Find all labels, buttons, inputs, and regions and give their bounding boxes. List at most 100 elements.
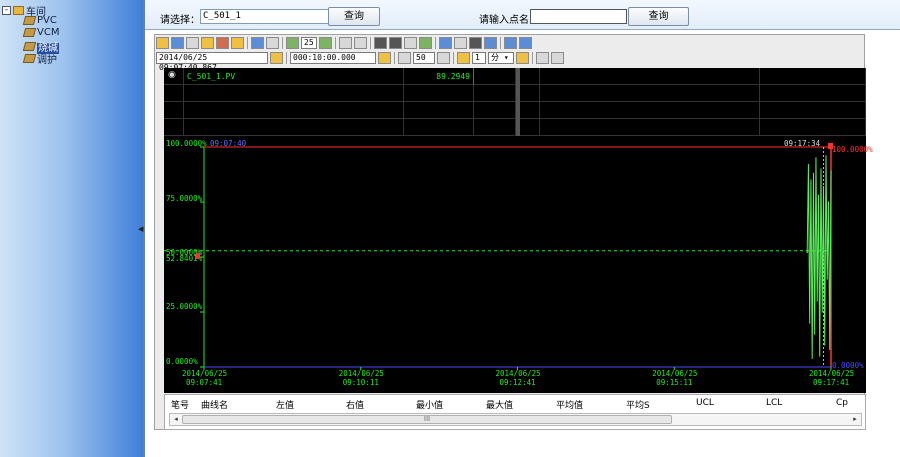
- x-tick-date: 2014/06/25: [182, 369, 228, 378]
- legend-tag-cell[interactable]: C_501_1.PV: [184, 68, 404, 85]
- step-input[interactable]: 25: [301, 37, 317, 49]
- duration-spin-icon[interactable]: [378, 52, 391, 64]
- data-point: [817, 194, 820, 196]
- legend-grid: ◉ C_501_1.PV 89.2949: [164, 68, 866, 136]
- trend-svg: [164, 143, 833, 370]
- duration-field[interactable]: 000:10:00.000: [290, 52, 376, 64]
- legend-cell: [474, 102, 516, 119]
- scale-icon[interactable]: [453, 37, 467, 49]
- data-point: [822, 186, 825, 188]
- stats-header[interactable]: UCL: [696, 398, 714, 408]
- horizontal-scrollbar[interactable]: ◂ III ▸: [169, 413, 862, 426]
- toolbar-row-2: 2014/06/25 09:07:40.867 000:10:00.000 50…: [156, 51, 564, 72]
- sidebar-item-pvc[interactable]: PVC: [22, 15, 57, 27]
- scroll-right-icon[interactable]: ▸: [849, 414, 861, 425]
- x-tick-time: 09:15:11: [656, 378, 693, 387]
- stats-header[interactable]: Cp: [836, 398, 848, 408]
- query-button[interactable]: 查询: [328, 7, 380, 26]
- step-back-icon[interactable]: [286, 37, 299, 49]
- x-tick-time: 09:12:41: [499, 378, 536, 387]
- collapse-arrow-icon[interactable]: ◀: [138, 225, 143, 233]
- scroll-thumb[interactable]: III: [182, 415, 672, 424]
- series-line: [806, 155, 832, 359]
- collapse-icon[interactable]: -: [2, 6, 11, 15]
- data-point: [829, 348, 831, 350]
- print-icon[interactable]: [201, 37, 214, 49]
- span-unit: 分: [491, 53, 499, 62]
- zoom-in-icon[interactable]: [338, 37, 352, 49]
- legend-cell: [404, 85, 474, 102]
- legend-cell: [474, 119, 516, 136]
- stats-header[interactable]: 平均S: [626, 398, 650, 411]
- history-icon[interactable]: [403, 37, 417, 49]
- grid-icon[interactable]: [266, 37, 279, 49]
- scroll-left-icon[interactable]: ◂: [170, 414, 182, 425]
- export-icon[interactable]: [483, 37, 497, 49]
- table-icon[interactable]: [503, 37, 517, 49]
- save-icon[interactable]: [171, 37, 184, 49]
- window-icon[interactable]: [518, 37, 532, 49]
- data-point: [821, 311, 823, 313]
- eye-icon[interactable]: ◉: [168, 70, 176, 80]
- stats-header[interactable]: LCL: [766, 398, 782, 408]
- fill-icon[interactable]: [551, 52, 564, 64]
- data-point: [819, 355, 821, 357]
- legend-eye-cell[interactable]: ◉: [164, 68, 184, 85]
- toolbar-row-1: 25: [156, 36, 532, 50]
- sidebar: - 车间 PVC VCM 烧碱 调护: [0, 0, 143, 457]
- legend-cell: [164, 119, 184, 136]
- tag-select-value: C_501_1: [203, 11, 241, 21]
- x-tick-date: 2014/06/25: [652, 369, 698, 378]
- curve-icon[interactable]: [438, 37, 452, 49]
- separator: [434, 37, 436, 49]
- copy-icon[interactable]: [186, 37, 199, 49]
- marker-icon[interactable]: [516, 52, 529, 64]
- pencil-icon: [22, 54, 37, 63]
- open-icon[interactable]: [156, 37, 169, 49]
- sidebar-item-tiaohu[interactable]: 调护: [22, 51, 57, 66]
- stats-header[interactable]: 最大值: [486, 398, 513, 411]
- x-tick-date: 2014/06/25: [338, 369, 384, 378]
- step-forward-icon[interactable]: [318, 37, 332, 49]
- delete-icon[interactable]: [216, 37, 229, 49]
- data-point: [814, 333, 816, 335]
- right-cursor-marker: [828, 143, 833, 149]
- legend-cell: [404, 119, 474, 136]
- stats-table: 笔号 曲线名 左值 右值 最小值 最大值 平均值 平均S UCL LCL Cp ◂ III ▸: [164, 394, 866, 430]
- refresh-icon[interactable]: [418, 37, 432, 49]
- stats-header[interactable]: 左值: [276, 398, 294, 411]
- separator: [453, 52, 454, 64]
- bracket-icon[interactable]: [536, 52, 549, 64]
- folder-icon: [13, 6, 24, 15]
- stats-header[interactable]: 最小值: [416, 398, 443, 411]
- stats-header[interactable]: 右值: [346, 398, 364, 411]
- stats-header[interactable]: 曲线名: [201, 398, 228, 411]
- legend-cell: [404, 102, 474, 119]
- x-tick-date: 2014/06/25: [809, 369, 855, 378]
- start-time-field[interactable]: 2014/06/25 09:07:40.867: [156, 52, 268, 72]
- stats-header[interactable]: 平均值: [556, 398, 583, 411]
- properties-icon[interactable]: [231, 37, 244, 49]
- legend-cell: [184, 85, 404, 102]
- pause-icon[interactable]: [388, 37, 402, 49]
- sidebar-item-label: VCM: [37, 27, 60, 38]
- legend-cell: [760, 68, 866, 85]
- data-point: [806, 252, 808, 254]
- query-button-2[interactable]: 查询: [628, 7, 689, 26]
- trend-plot[interactable]: 100.0000% 75.0000% 50.0000% 52.8401% 25.…: [164, 136, 873, 393]
- stats-header[interactable]: 笔号: [171, 398, 189, 411]
- play-icon[interactable]: [373, 37, 387, 49]
- separator: [369, 37, 371, 49]
- percent-spin-icon[interactable]: [437, 52, 450, 64]
- span-input[interactable]: 1: [472, 52, 486, 64]
- sidebar-item-vcm[interactable]: VCM: [22, 27, 60, 39]
- percent-input[interactable]: 50: [413, 52, 435, 64]
- time-spin-icon[interactable]: [270, 52, 283, 64]
- point-name-input[interactable]: [530, 9, 627, 24]
- cursor-icon[interactable]: [468, 37, 482, 49]
- legend-cell: [520, 119, 540, 136]
- legend-cell: [520, 102, 540, 119]
- span-unit-select[interactable]: 分 ▾: [488, 52, 514, 64]
- zoom-out-icon[interactable]: [353, 37, 367, 49]
- layout-icon[interactable]: [251, 37, 264, 49]
